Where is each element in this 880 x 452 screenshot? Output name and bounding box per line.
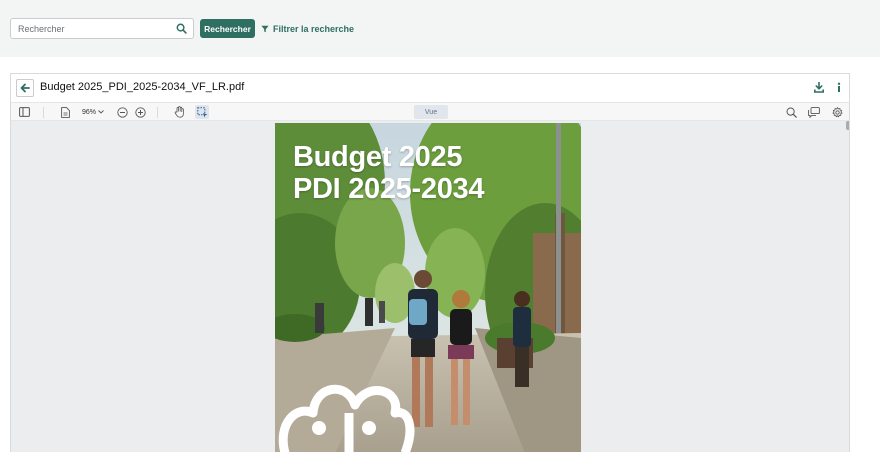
select-tool-icon[interactable] [195,105,209,119]
viewer-toolbar: 96% Vue [11,102,849,121]
search-icon[interactable] [176,23,187,34]
cover-title-line-2: PDI 2025-2034 [293,173,485,205]
zoom-out-icon[interactable] [115,105,129,119]
find-icon[interactable] [784,105,798,119]
toolbar-divider [43,107,44,118]
document-viewer: Budget 2025_PDI_2025-2034_VF_LR.pdf 96% [10,73,850,452]
zoom-level-value: 96% [82,108,97,116]
cover-title-line-1: Budget 2025 [293,141,463,173]
search-bar: Rechercher Filtrer la recherche [0,0,880,57]
comments-icon[interactable] [807,105,821,119]
filter-search-link[interactable]: Filtrer la recherche [261,22,354,36]
settings-gear-icon[interactable] [830,105,844,119]
page-file-icon[interactable] [58,105,72,119]
filter-search-label: Filtrer la recherche [273,24,355,34]
cover-title: Budget 2025 PDI 2025-2034 [293,141,484,205]
zoom-level-select[interactable]: 96% [82,105,104,119]
sidebar-toggle-icon[interactable] [17,105,31,119]
chevron-down-icon [98,110,104,114]
download-icon[interactable] [814,82,824,93]
scrollbar-thumb[interactable] [846,121,849,130]
pdf-page-cover: Budget 2025 PDI 2025-2034 [275,123,581,452]
search-field[interactable] [10,18,194,39]
search-button[interactable]: Rechercher [200,19,255,38]
info-icon[interactable] [834,82,844,93]
tab-view[interactable]: Vue [414,105,448,119]
document-canvas[interactable]: Budget 2025 PDI 2025-2034 [11,121,849,452]
filter-icon [261,25,269,33]
arrow-left-icon [20,83,30,93]
zoom-in-icon[interactable] [133,105,147,119]
back-button[interactable] [16,79,34,97]
toolbar-divider [157,107,158,118]
search-input[interactable] [11,19,171,38]
hand-pan-icon[interactable] [172,105,186,119]
viewer-header: Budget 2025_PDI_2025-2034_VF_LR.pdf [11,74,849,102]
document-title: Budget 2025_PDI_2025-2034_VF_LR.pdf [40,81,245,93]
